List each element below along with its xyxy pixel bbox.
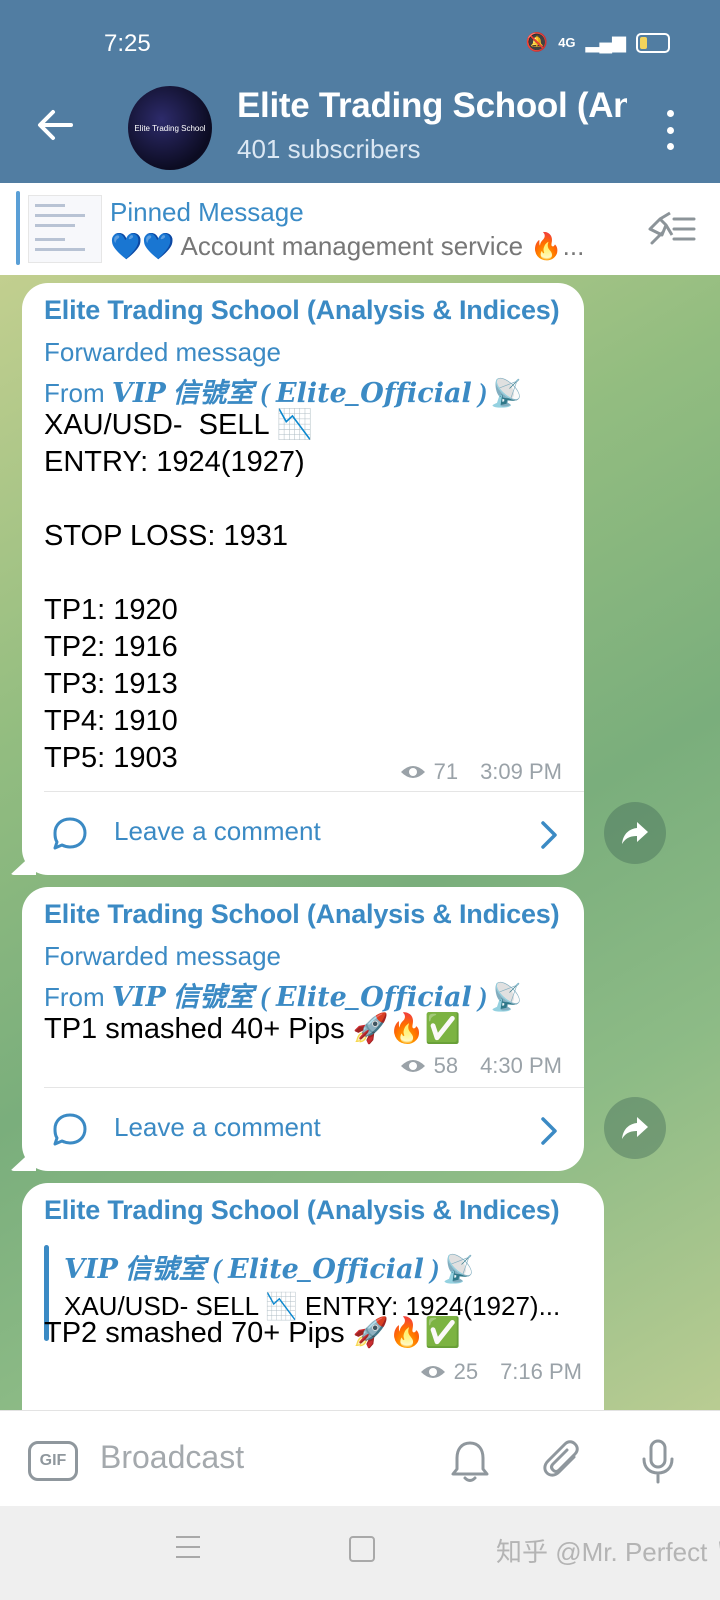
chat-area: Elite Trading School (Analysis & Indices…: [0, 275, 720, 1410]
mute-icon: 🔕: [525, 32, 549, 52]
message-text: XAU/USD- SELL 📉 ENTRY: 1924(1927) STOP L…: [44, 409, 313, 774]
message-bubble[interactable]: Elite Trading School (Analysis & Indices…: [22, 1183, 604, 1410]
status-time: 7:25: [104, 30, 151, 57]
share-icon: [622, 822, 648, 844]
message-time: 7:16 PM: [500, 1359, 582, 1384]
subscriber-count: 401 subscribers: [237, 134, 421, 164]
message-time: 3:09 PM: [480, 759, 562, 784]
forwarded-label: Forwarded message: [44, 941, 281, 971]
message-time: 4:30 PM: [480, 1053, 562, 1078]
app-header: 7:25 🔕 4G ▂▄▆ Elite Trading School Elite…: [0, 0, 720, 183]
chevron-right-icon: [541, 821, 557, 849]
leave-comment-button[interactable]: Leave a comment: [22, 1088, 584, 1172]
battery-icon: [636, 32, 670, 53]
arrow-left-icon: [38, 110, 73, 140]
message-bubble[interactable]: Elite Trading School (Analysis & Indices…: [10, 283, 584, 876]
share-button[interactable]: [604, 1097, 666, 1159]
comment-label: Leave a comment: [114, 816, 321, 846]
pinned-accent: [16, 191, 20, 265]
system-nav-bar: 知乎 @Mr. Perfect 🏳: [0, 1506, 720, 1600]
leave-comment-button[interactable]: Leave a comment: [22, 792, 584, 876]
avatar-text: Elite Trading School: [134, 123, 206, 133]
broadcast-input[interactable]: Broadcast: [100, 1439, 244, 1476]
pinned-title: Pinned Message: [110, 197, 304, 227]
bell-icon[interactable]: [448, 1437, 492, 1485]
message-bubble[interactable]: Elite Trading School (Analysis & Indices…: [10, 887, 584, 1172]
unpin-list-icon[interactable]: [644, 207, 696, 251]
quoted-author: 𝑽𝑰𝑷 信號室 ( 𝑬𝒍𝒊𝒕𝒆_𝑶𝒇𝒇𝒊𝒄𝒊𝒂𝒍 )📡: [64, 1254, 474, 1284]
network-label: 4G: [558, 35, 576, 50]
eye-icon: [420, 1366, 445, 1378]
paperclip-icon[interactable]: [542, 1437, 586, 1485]
forwarded-from[interactable]: From 𝑽𝑰𝑷 信號室 ( 𝑬𝒍𝒊𝒕𝒆_𝑶𝒇𝒇𝒊𝒄𝒊𝒂𝒍 )📡: [44, 371, 521, 410]
pinned-text: 💙💙 Account management service 🔥...: [110, 231, 585, 261]
eye-icon: [400, 1060, 425, 1072]
home-button[interactable]: [349, 1536, 375, 1562]
view-count: 58: [433, 1053, 459, 1078]
status-icons: 🔕 4G ▂▄▆: [526, 32, 670, 53]
chevron-right-icon: [541, 1117, 557, 1145]
pinned-thumbnail: [28, 195, 102, 263]
comment-label: Leave a comment: [114, 1112, 321, 1142]
back-button[interactable]: [30, 100, 80, 150]
channel-title[interactable]: Elite Trading School (Analysis & Indices…: [237, 86, 627, 126]
message-text: TP1 smashed 40+ Pips 🚀🔥✅: [44, 1013, 462, 1045]
message-channel-name[interactable]: Elite Trading School (Analysis & Indices…: [44, 295, 560, 326]
signal-icon: ▂▄▆: [585, 32, 626, 52]
view-count: 25: [453, 1359, 479, 1384]
comment-icon: [53, 1113, 87, 1146]
message-meta: 71 3:09 PM: [400, 759, 562, 785]
channel-avatar[interactable]: Elite Trading School: [128, 86, 212, 170]
forwarded-label: Forwarded message: [44, 337, 281, 367]
share-button[interactable]: [604, 802, 666, 864]
more-menu-button[interactable]: [662, 110, 678, 150]
eye-icon: [400, 766, 425, 778]
comment-icon: [53, 817, 87, 850]
gif-icon[interactable]: GIF: [28, 1441, 78, 1481]
forwarded-from[interactable]: From 𝑽𝑰𝑷 信號室 ( 𝑬𝒍𝒊𝒕𝒆_𝑶𝒇𝒇𝒊𝒄𝒊𝒂𝒍 )📡: [44, 975, 521, 1014]
message-text: TP2 smashed 70+ Pips 🚀🔥✅: [44, 1317, 462, 1349]
message-channel-name[interactable]: Elite Trading School (Analysis & Indices…: [44, 899, 560, 930]
view-count: 71: [433, 759, 459, 784]
pinned-message-bar[interactable]: Pinned Message 💙💙 Account management ser…: [0, 183, 720, 276]
recent-apps-button[interactable]: [176, 1536, 200, 1558]
message-meta: 25 7:16 PM: [420, 1359, 582, 1385]
watermark: 知乎 @Mr. Perfect 🏳: [496, 1537, 720, 1567]
mic-icon[interactable]: [636, 1437, 680, 1485]
message-meta: 58 4:30 PM: [400, 1053, 562, 1079]
share-icon: [622, 1117, 648, 1139]
message-channel-name[interactable]: Elite Trading School (Analysis & Indices…: [44, 1195, 560, 1226]
message-input-bar: GIF Broadcast: [0, 1410, 720, 1507]
